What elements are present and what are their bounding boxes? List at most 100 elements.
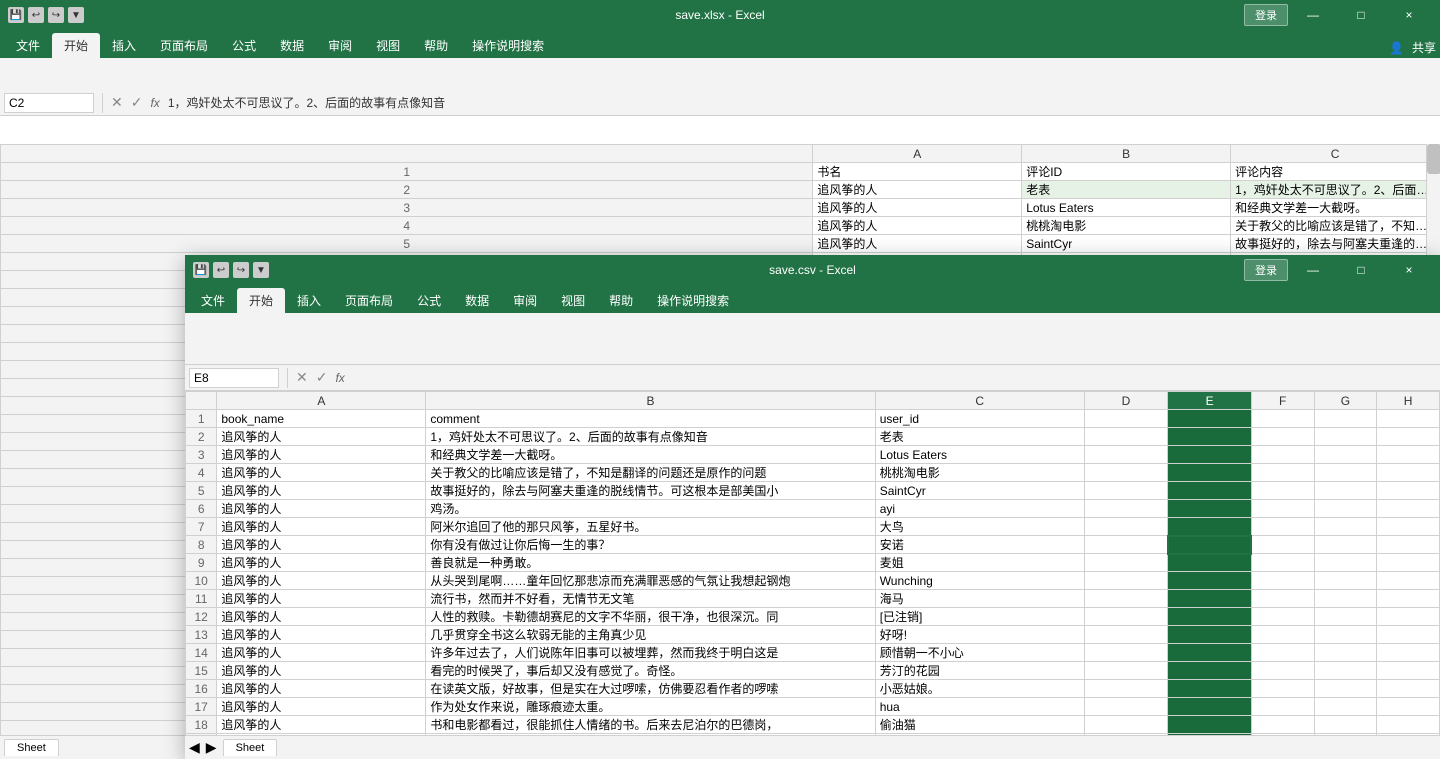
bg-tab-review[interactable]: 审阅 (316, 33, 364, 58)
fg-cell-e[interactable] (1168, 500, 1252, 518)
fg-cell-d[interactable] (1084, 608, 1168, 626)
fg-cell-b[interactable]: 和经典文学差一大截呀。 (426, 446, 875, 464)
fg-cell-h[interactable] (1377, 410, 1440, 428)
save-icon[interactable]: 💾 (8, 7, 24, 23)
fg-cell-d[interactable] (1084, 644, 1168, 662)
fg-cell-d[interactable] (1084, 482, 1168, 500)
fg-cell-a[interactable]: 追风筝的人 (217, 644, 426, 662)
fg-cell-h[interactable] (1377, 716, 1440, 734)
fg-col-header-h[interactable]: H (1377, 392, 1440, 410)
fg-tab-home[interactable]: 开始 (237, 288, 285, 313)
fg-cell-g[interactable] (1314, 446, 1377, 464)
fg-cell-f[interactable] (1251, 428, 1314, 446)
bg-table-row[interactable]: 3追风筝的人Lotus Eaters和经典文学差一大截呀。 (1, 199, 1440, 217)
fg-cell-c[interactable]: Miss power (875, 734, 1084, 736)
fg-cell-c[interactable]: Lotus Eaters (875, 446, 1084, 464)
fg-tab-insert[interactable]: 插入 (285, 288, 333, 313)
fg-table-row[interactable]: 13追风筝的人几乎贯穿全书这么软弱无能的主角真少见好呀! (186, 626, 1440, 644)
bg-tab-view[interactable]: 视图 (364, 33, 412, 58)
fg-sheet-tab-sheet[interactable]: Sheet (223, 739, 278, 756)
fg-cell-b[interactable]: 几乎贯穿全书这么软弱无能的主角真少见 (426, 626, 875, 644)
fg-cell-h[interactable] (1377, 698, 1440, 716)
bg-cell-c[interactable]: 和经典文学差一大截呀。 (1231, 199, 1440, 217)
fg-col-header-f[interactable]: F (1251, 392, 1314, 410)
fg-cell-b[interactable]: 鸡汤。 (426, 500, 875, 518)
fg-cell-g[interactable] (1314, 536, 1377, 554)
fg-cell-f[interactable] (1251, 590, 1314, 608)
fg-cell-f[interactable] (1251, 626, 1314, 644)
fg-cell-d[interactable] (1084, 536, 1168, 554)
fg-cell-b[interactable]: 流行书，然而并不好看，无情节无文笔 (426, 590, 875, 608)
fg-table-row[interactable]: 12追风筝的人人性的救赎。卡勒德胡赛尼的文字不华丽，很干净，也很深沉。同[已注销… (186, 608, 1440, 626)
fg-cell-e[interactable] (1168, 644, 1252, 662)
fg-maximize-button[interactable]: □ (1338, 255, 1384, 285)
fg-cell-a[interactable]: 追风筝的人 (217, 572, 426, 590)
fg-cell-b[interactable]: 关于教父的比喻应该是错了，不知是翻译的问题还是原作的问题 (426, 464, 875, 482)
fg-cell-h[interactable] (1377, 608, 1440, 626)
fg-cell-e[interactable] (1168, 410, 1252, 428)
fg-table-row[interactable]: 6追风筝的人鸡汤。ayi (186, 500, 1440, 518)
bg-cell-ref[interactable]: C2 (4, 93, 94, 113)
fg-cell-c[interactable]: [已注销] (875, 608, 1084, 626)
fg-cell-g[interactable] (1314, 698, 1377, 716)
fg-login-button[interactable]: 登录 (1244, 259, 1288, 281)
fg-tab-search[interactable]: 操作说明搜索 (645, 288, 741, 313)
bg-cell-c[interactable]: 关于教父的比喻应该是错了，不知是翻译的问题还是原作的问题 (1231, 217, 1440, 235)
fg-cell-b[interactable]: 我不喜欢这种阴郁的东西。 (426, 734, 875, 736)
fg-cell-e[interactable] (1168, 590, 1252, 608)
fg-cell-e[interactable] (1168, 734, 1252, 736)
fg-cell-f[interactable] (1251, 464, 1314, 482)
fg-table-row[interactable]: 18追风筝的人书和电影都看过，很能抓住人情绪的书。后来去尼泊尔的巴德岗，偷油猫 (186, 716, 1440, 734)
fg-cell-h[interactable] (1377, 590, 1440, 608)
fg-col-header-b[interactable]: B (426, 392, 875, 410)
bg-cell-b[interactable]: Lotus Eaters (1022, 199, 1231, 217)
fg-table-row[interactable]: 10追风筝的人从头哭到尾啊……童年回忆那悲凉而充满罪恶感的气氛让我想起钢炮Wun… (186, 572, 1440, 590)
fg-cell-d[interactable] (1084, 518, 1168, 536)
fg-cell-f[interactable] (1251, 608, 1314, 626)
fg-cell-g[interactable] (1314, 680, 1377, 698)
fg-cell-a[interactable]: 追风筝的人 (217, 554, 426, 572)
fg-cell-f[interactable] (1251, 734, 1314, 736)
bg-cell-c[interactable]: 故事挺好的，除去与阿塞夫重逢的脱线情节。可这根本是部美国小说，阿富汗仅仅是噱头。… (1231, 235, 1440, 253)
fg-cell-g[interactable] (1314, 482, 1377, 500)
fg-cell-f[interactable] (1251, 518, 1314, 536)
bg-confirm-icon[interactable]: ✓ (131, 94, 143, 111)
fg-cell-d[interactable] (1084, 734, 1168, 736)
bg-table-row[interactable]: 2追风筝的人老表1，鸡奸处太不可思议了。2、后面的故事有点像知音 (1, 181, 1440, 199)
fg-cell-a[interactable]: 追风筝的人 (217, 464, 426, 482)
fg-cell-e[interactable] (1168, 518, 1252, 536)
fg-cell-c[interactable]: 好呀! (875, 626, 1084, 644)
fg-cell-b[interactable]: 阿米尔追回了他的那只风筝，五星好书。 (426, 518, 875, 536)
fg-table-row[interactable]: 4追风筝的人关于教父的比喻应该是错了，不知是翻译的问题还是原作的问题桃桃淘电影 (186, 464, 1440, 482)
fg-cell-g[interactable] (1314, 572, 1377, 590)
fg-col-header-e[interactable]: E (1168, 392, 1252, 410)
fg-confirm-icon[interactable]: ✓ (316, 369, 328, 386)
fg-cell-e[interactable] (1168, 572, 1252, 590)
bg-table-row[interactable]: 5追风筝的人SaintCyr故事挺好的，除去与阿塞夫重逢的脱线情节。可这根本是部… (1, 235, 1440, 253)
fg-cell-h[interactable] (1377, 680, 1440, 698)
fg-cell-g[interactable] (1314, 518, 1377, 536)
fg-undo-icon[interactable]: ↩ (213, 262, 229, 278)
bg-cancel-icon[interactable]: ✕ (111, 94, 123, 111)
fg-cell-h[interactable] (1377, 446, 1440, 464)
fg-cell-a[interactable]: 追风筝的人 (217, 680, 426, 698)
fg-cell-d[interactable] (1084, 698, 1168, 716)
fg-cell-b[interactable]: comment (426, 410, 875, 428)
bg-cell-c[interactable]: 1，鸡奸处太不可思议了。2、后面的故事有点像知音 (1231, 181, 1440, 199)
fg-table-row[interactable]: 9追风筝的人善良就是一种勇敢。麦姐 (186, 554, 1440, 572)
bg-tab-help[interactable]: 帮助 (412, 33, 460, 58)
fg-cell-h[interactable] (1377, 500, 1440, 518)
fg-cell-b[interactable]: 善良就是一种勇敢。 (426, 554, 875, 572)
fg-save-icon[interactable]: 💾 (193, 262, 209, 278)
fg-cell-h[interactable] (1377, 428, 1440, 446)
fg-cell-f[interactable] (1251, 680, 1314, 698)
fg-cell-a[interactable]: 追风筝的人 (217, 446, 426, 464)
fg-cell-b[interactable]: 1，鸡奸处太不可思议了。2、后面的故事有点像知音 (426, 428, 875, 446)
fg-cell-b[interactable]: 你有没有做过让你后悔一生的事？ (426, 536, 875, 554)
fg-cell-a[interactable]: 追风筝的人 (217, 536, 426, 554)
fg-col-header-a[interactable]: A (217, 392, 426, 410)
fg-cell-d[interactable] (1084, 680, 1168, 698)
fg-table-row[interactable]: 5追风筝的人故事挺好的，除去与阿塞夫重逢的脱线情节。可这根本是部美国小Saint… (186, 482, 1440, 500)
fg-cancel-icon[interactable]: ✕ (296, 369, 308, 386)
bg-share-label[interactable]: 共享 (1412, 39, 1436, 56)
